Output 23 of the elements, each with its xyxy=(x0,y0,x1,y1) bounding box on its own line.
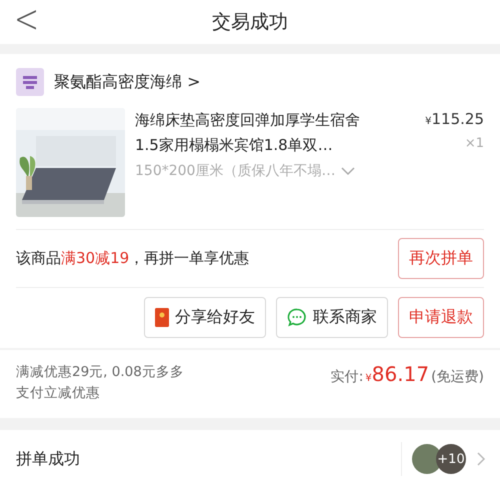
action-button[interactable]: 分享给好友 xyxy=(144,297,266,338)
page-title: 交易成功 xyxy=(212,10,288,35)
product-title: 海绵床垫高密度回弹加厚学生宿舍1.5家用榻榻米宾馆1.8单双… xyxy=(135,110,361,156)
shipping-note: (免运费) xyxy=(431,368,484,386)
discount-note: 满减优惠29元, 0.08元多多支付立减优惠 xyxy=(16,363,185,403)
promo-text: 该商品满30减19，再拼一单享优惠 xyxy=(16,249,250,268)
product-quantity: ×1 xyxy=(464,136,484,151)
reorder-button[interactable]: 再次拼单 xyxy=(398,238,484,279)
shop-name[interactable]: 聚氨酯高密度海绵 > xyxy=(54,72,200,92)
back-button[interactable]: < xyxy=(14,0,40,42)
action-button[interactable]: 申请退款 xyxy=(398,297,484,338)
group-status: 拼单成功 xyxy=(16,448,80,470)
paid-label: 实付: xyxy=(330,368,364,386)
envelope-icon xyxy=(155,308,169,327)
product-price: ¥115.25 xyxy=(425,110,484,128)
action-button[interactable]: 联系商家 xyxy=(276,297,388,338)
product-spec: 150*200厘米（质保八年不塌… xyxy=(135,162,336,180)
chevron-right-icon xyxy=(476,451,486,467)
member-count: +10 xyxy=(436,444,466,474)
shop-logo xyxy=(16,68,44,96)
chat-bubble-icon xyxy=(287,308,307,327)
paid-amount: ¥86.17 xyxy=(365,362,430,386)
chevron-down-icon[interactable] xyxy=(341,166,356,176)
